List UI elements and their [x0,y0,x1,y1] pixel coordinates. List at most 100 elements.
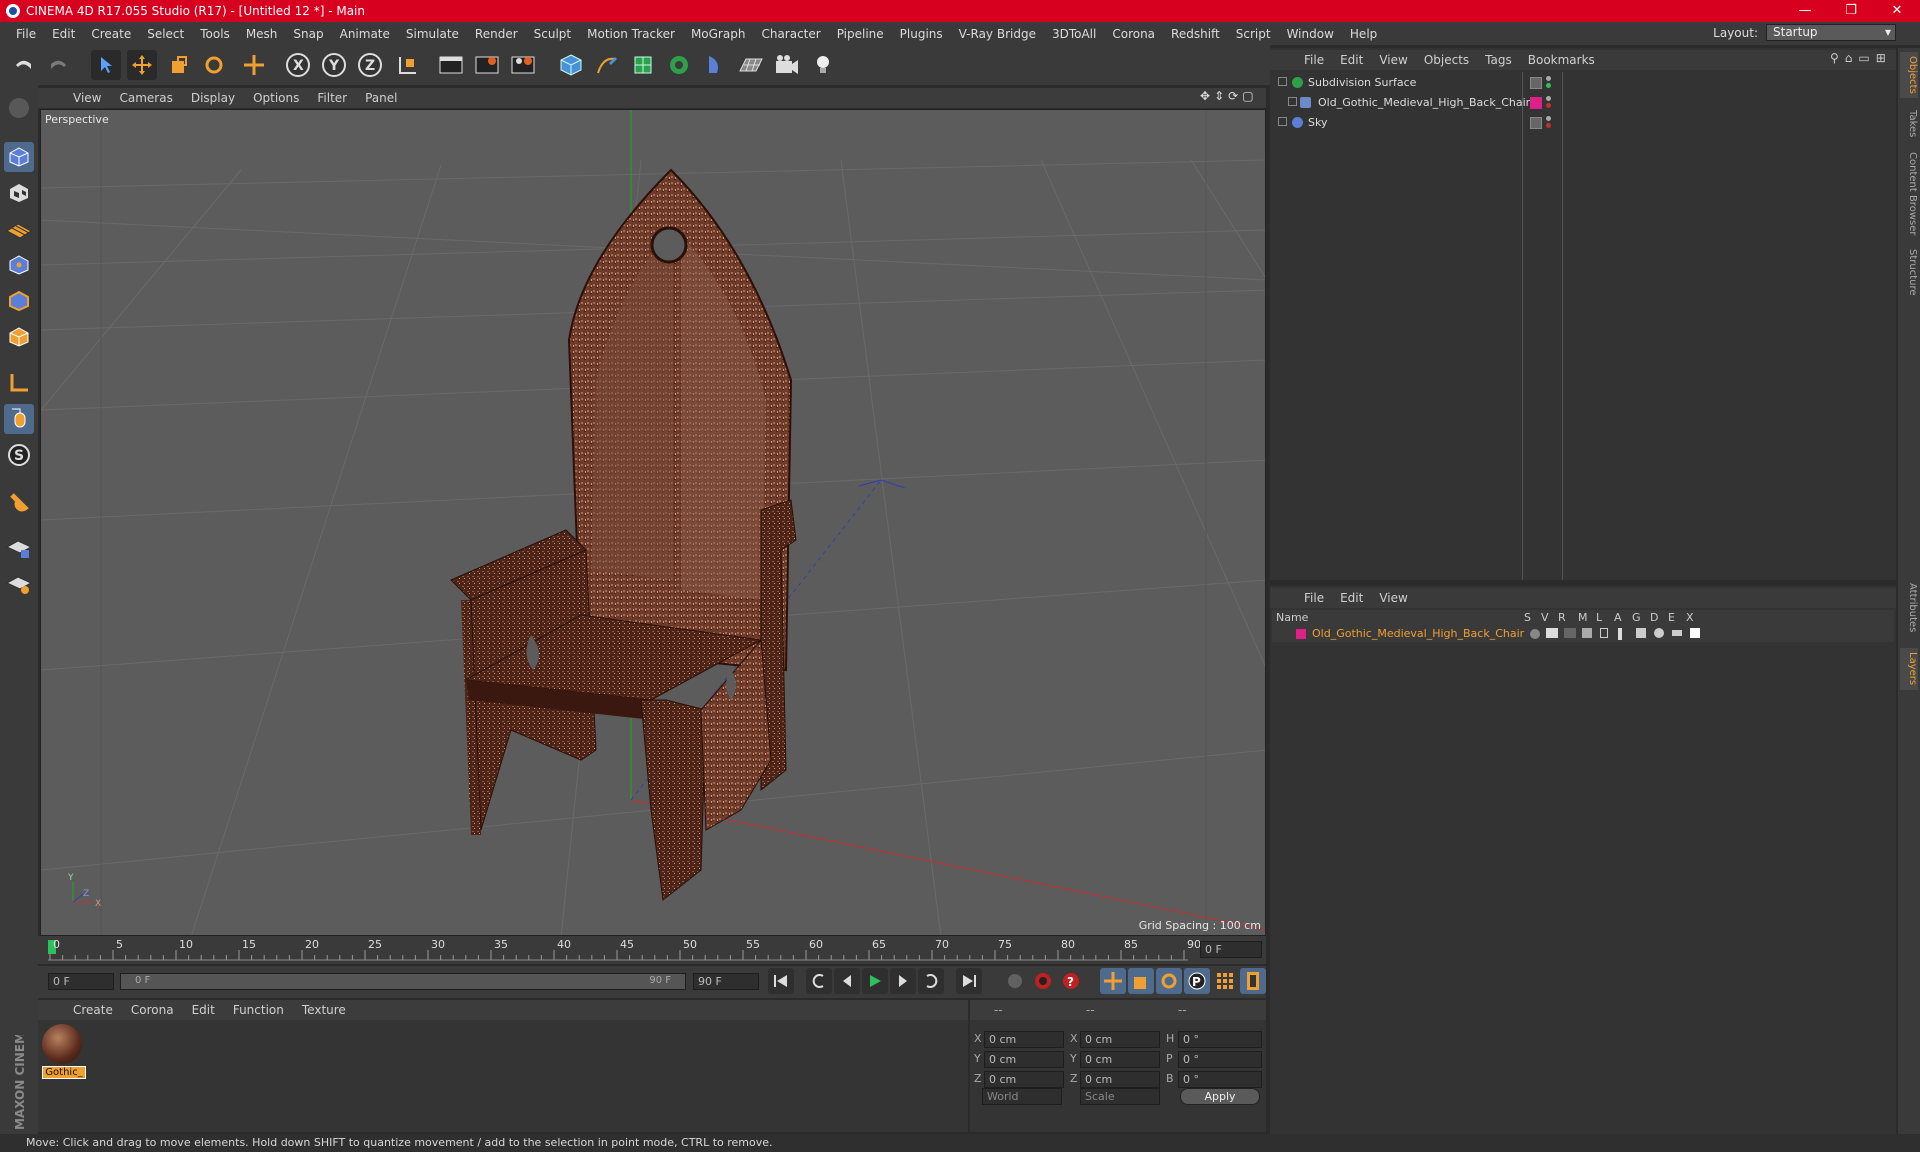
layer-generators-icon[interactable] [1636,628,1646,638]
coord-size-field[interactable]: 0 cm [1080,1051,1160,1068]
layer-column-r[interactable]: R [1558,611,1566,624]
visibility-dot-icon[interactable] [1546,116,1551,121]
maximize-button[interactable]: ❐ [1828,0,1874,22]
menu-motion-tracker[interactable]: Motion Tracker [579,27,683,41]
apply-button[interactable]: Apply [1180,1088,1260,1105]
render-dot-icon[interactable] [1546,123,1551,128]
floor-icon[interactable] [736,50,766,80]
coord-size-field[interactable]: 0 cm [1080,1031,1160,1048]
object-menu-objects[interactable]: Objects [1416,53,1477,67]
play-icon[interactable] [862,968,888,994]
subdivision-surface-icon[interactable] [628,50,658,80]
render-picture-viewer-icon[interactable] [472,50,502,80]
frame-range-slider[interactable]: 0 F 90 F [120,973,686,990]
menu-render[interactable]: Render [467,27,526,41]
planar-workplane-icon[interactable] [4,569,34,599]
menu-mesh[interactable]: Mesh [238,27,286,41]
object-row[interactable]: Old_Gothic_Medieval_High_Back_Chair [1272,94,1892,112]
layer-render-icon[interactable] [1564,628,1576,638]
layer-menu-view[interactable]: View [1371,591,1415,605]
goto-end-icon[interactable] [956,968,982,994]
model-mode-icon[interactable] [4,142,34,172]
layer-tag-icon[interactable] [1530,97,1542,109]
object-menu-file[interactable]: File [1296,53,1332,67]
transform-icon[interactable] [239,50,269,80]
layer-column-d[interactable]: D [1650,611,1658,624]
layer-row[interactable]: Old_Gothic_Medieval_High_Back_Chair [1272,626,1894,642]
scale-icon[interactable] [163,50,193,80]
viewport-menu-cameras[interactable]: Cameras [110,91,181,105]
material-item[interactable]: Gothic_ [42,1024,86,1080]
material-menu-edit[interactable]: Edit [183,1003,224,1017]
material-menu-create[interactable]: Create [64,1003,122,1017]
menu-plugins[interactable]: Plugins [892,27,951,41]
next-key-icon[interactable] [918,968,944,994]
redo-icon[interactable] [44,50,74,80]
object-menu-bookmarks[interactable]: Bookmarks [1520,53,1603,67]
menu-sculpt[interactable]: Sculpt [526,27,579,41]
material-menu-texture[interactable]: Texture [293,1003,355,1017]
layer-column-a[interactable]: A [1614,611,1622,624]
layer-column-e[interactable]: E [1668,611,1675,624]
layer-column-v[interactable]: V [1541,611,1549,624]
menu-mograph[interactable]: MoGraph [683,27,754,41]
spline-pen-icon[interactable] [592,50,622,80]
object-name[interactable]: Subdivision Surface [1308,76,1416,89]
key-scale-icon[interactable] [1128,968,1154,994]
visibility-dot-icon[interactable] [1546,96,1551,101]
menu-file[interactable]: File [8,27,44,41]
search-icon[interactable]: ⚲ [1830,51,1839,65]
polygons-mode-icon[interactable] [4,322,34,352]
current-frame-field[interactable]: 0 F [1200,941,1262,958]
object-row[interactable]: Sky [1272,114,1892,132]
menu-snap[interactable]: Snap [285,27,331,41]
motion-record-icon[interactable] [1002,968,1028,994]
workplane-icon[interactable] [4,214,34,244]
render-settings-icon[interactable] [508,50,538,80]
menu-corona[interactable]: Corona [1104,27,1163,41]
layer-manager-icon[interactable] [1582,628,1592,638]
camera-icon[interactable] [772,50,802,80]
object-menu-tags[interactable]: Tags [1477,53,1520,67]
side-tab-takes[interactable]: Takes [1900,104,1918,144]
material-menu-corona[interactable]: Corona [122,1003,183,1017]
menu-create[interactable]: Create [83,27,139,41]
viewport-menu-options[interactable]: Options [244,91,308,105]
tweak-mode-icon[interactable] [4,404,34,434]
layer-animation-icon[interactable] [1618,628,1622,640]
dolly-icon[interactable]: ⇕ [1214,89,1224,103]
layer-column-x[interactable]: X [1686,611,1694,624]
viewport-menu-filter[interactable]: Filter [308,91,356,105]
timeline-ruler[interactable]: 0 5 10 15 20 25 30 35 40 45 50 55 60 65 70 75 80 85 90 0 F [38,936,1266,964]
menu-tools[interactable]: Tools [192,27,238,41]
prev-key-icon[interactable] [806,968,832,994]
expand-toggle-icon[interactable] [1278,117,1287,126]
visibility-editor-icon[interactable] [1530,117,1542,129]
layer-solo-icon[interactable] [1530,629,1540,639]
menu-animate[interactable]: Animate [332,27,398,41]
object-menu-view[interactable]: View [1371,53,1415,67]
layer-column-name[interactable]: Name [1276,611,1308,624]
texture-mode-icon[interactable] [4,178,34,208]
coordinate-system-icon[interactable] [393,50,423,80]
close-button[interactable]: ✕ [1874,0,1920,22]
render-dot-icon[interactable] [1546,83,1551,88]
layer-column-l[interactable]: L [1596,611,1602,624]
menu-select[interactable]: Select [139,27,192,41]
next-frame-icon[interactable] [890,968,916,994]
key-parameter-icon[interactable]: P [1184,968,1210,994]
prev-frame-icon[interactable] [834,968,860,994]
material-menu-function[interactable]: Function [224,1003,293,1017]
light-icon[interactable] [808,50,838,80]
layer-visible-editor-icon[interactable] [1546,628,1558,638]
layer-expressions-icon[interactable] [1672,630,1682,636]
y-axis-lock-icon[interactable]: Y [319,50,349,80]
record-keys-icon[interactable] [1030,968,1056,994]
undo-icon[interactable] [8,50,38,80]
menu-3dtoall[interactable]: 3DToAll [1044,27,1104,41]
coord-rot-field[interactable]: 0 ° [1178,1051,1262,1068]
locked-workplane-icon[interactable] [4,533,34,563]
maximize-viewport-icon[interactable]: ▢ [1242,89,1253,103]
object-row[interactable]: Subdivision Surface [1272,74,1892,92]
rotate-icon[interactable] [199,50,229,80]
